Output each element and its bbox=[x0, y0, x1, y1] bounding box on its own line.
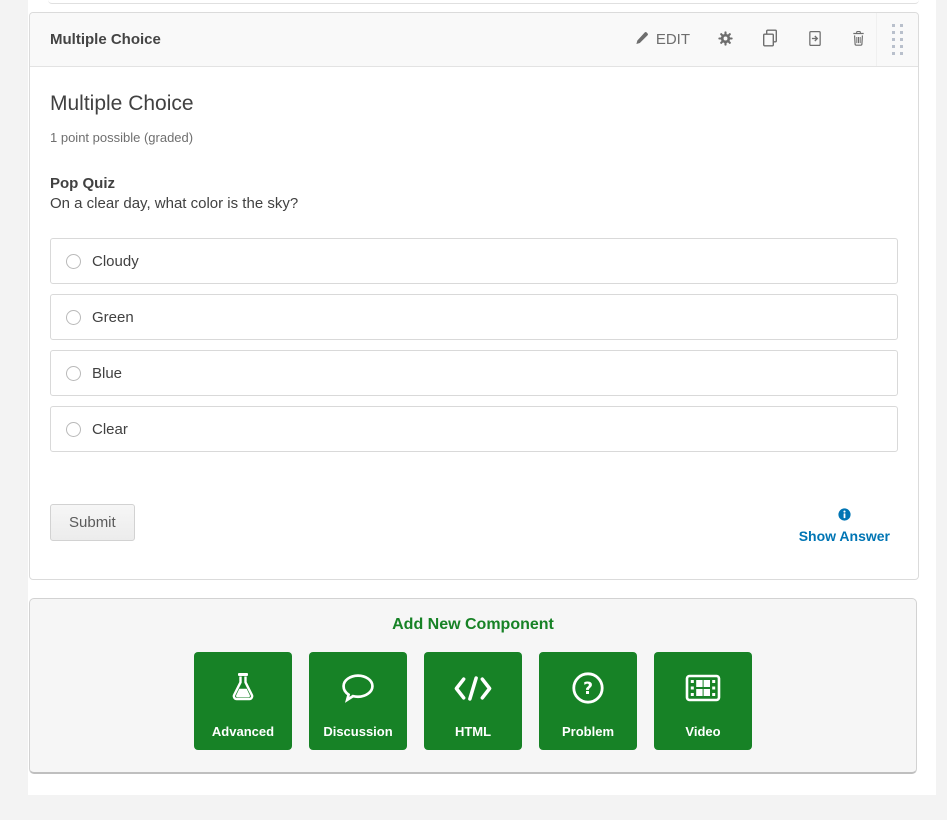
speech-bubble-icon bbox=[339, 652, 377, 724]
trash-icon bbox=[851, 30, 866, 50]
edit-button-label: EDIT bbox=[656, 31, 690, 48]
choice-label: Clear bbox=[92, 421, 128, 438]
add-button-label: Problem bbox=[562, 724, 614, 739]
duplicate-icon bbox=[761, 29, 779, 50]
code-icon bbox=[452, 652, 494, 724]
question-circle-icon: ? bbox=[570, 652, 606, 724]
choice-label: Green bbox=[92, 309, 134, 326]
content-column: Multiple Choice EDIT bbox=[28, 0, 936, 795]
radio-button[interactable] bbox=[66, 422, 81, 437]
add-button-label: HTML bbox=[455, 724, 491, 739]
radio-button[interactable] bbox=[66, 310, 81, 325]
choice-label: Blue bbox=[92, 365, 122, 382]
points-possible: 1 point possible (graded) bbox=[50, 130, 898, 145]
add-html-button[interactable]: HTML bbox=[424, 652, 522, 750]
choice-option[interactable]: Clear bbox=[50, 406, 898, 452]
component-type-buttons: Advanced Discussion bbox=[30, 652, 916, 750]
show-answer-label: Show Answer bbox=[799, 528, 890, 544]
flask-icon bbox=[227, 652, 259, 724]
radio-button[interactable] bbox=[66, 254, 81, 269]
add-problem-button[interactable]: ? Problem bbox=[539, 652, 637, 750]
drag-dots-icon bbox=[892, 24, 903, 55]
multiple-choice-component-card: Multiple Choice EDIT bbox=[29, 12, 919, 580]
problem-body: Multiple Choice 1 point possible (graded… bbox=[30, 67, 918, 579]
component-title: Multiple Choice bbox=[30, 31, 635, 48]
svg-text:?: ? bbox=[583, 679, 593, 699]
drag-handle[interactable] bbox=[876, 13, 918, 66]
add-video-button[interactable]: Video bbox=[654, 652, 752, 750]
choice-label: Cloudy bbox=[92, 253, 139, 270]
add-button-label: Discussion bbox=[323, 724, 392, 739]
add-new-component-panel: Add New Component Advanced bbox=[29, 598, 917, 774]
previous-component-edge bbox=[48, 0, 919, 4]
edit-button[interactable]: EDIT bbox=[635, 31, 690, 49]
add-new-component-title: Add New Component bbox=[30, 616, 916, 634]
choice-option[interactable]: Green bbox=[50, 294, 898, 340]
film-icon bbox=[684, 652, 722, 724]
move-icon bbox=[807, 30, 823, 50]
question-title: Pop Quiz bbox=[50, 175, 898, 192]
move-button[interactable] bbox=[807, 30, 823, 50]
add-advanced-button[interactable]: Advanced bbox=[194, 652, 292, 750]
add-button-label: Advanced bbox=[212, 724, 274, 739]
component-header: Multiple Choice EDIT bbox=[30, 13, 918, 67]
add-discussion-button[interactable]: Discussion bbox=[309, 652, 407, 750]
component-actions: EDIT bbox=[635, 29, 866, 50]
choice-option[interactable]: Cloudy bbox=[50, 238, 898, 284]
problem-actions: Submit Show Answer bbox=[50, 504, 898, 544]
choice-option[interactable]: Blue bbox=[50, 350, 898, 396]
submit-button[interactable]: Submit bbox=[50, 504, 135, 541]
show-answer-link[interactable]: Show Answer bbox=[799, 508, 890, 544]
delete-button[interactable] bbox=[851, 30, 866, 50]
unit-editor-page: Multiple Choice EDIT bbox=[0, 0, 947, 820]
radio-button[interactable] bbox=[66, 366, 81, 381]
duplicate-button[interactable] bbox=[761, 29, 779, 50]
question-text: On a clear day, what color is the sky? bbox=[50, 195, 898, 212]
add-button-label: Video bbox=[685, 724, 720, 739]
gear-icon bbox=[718, 31, 733, 49]
choice-group: Cloudy Green Blue Clear bbox=[50, 238, 898, 452]
settings-button[interactable] bbox=[718, 31, 733, 49]
pencil-icon bbox=[635, 31, 649, 49]
problem-title: Multiple Choice bbox=[50, 91, 898, 116]
info-icon bbox=[838, 508, 851, 524]
